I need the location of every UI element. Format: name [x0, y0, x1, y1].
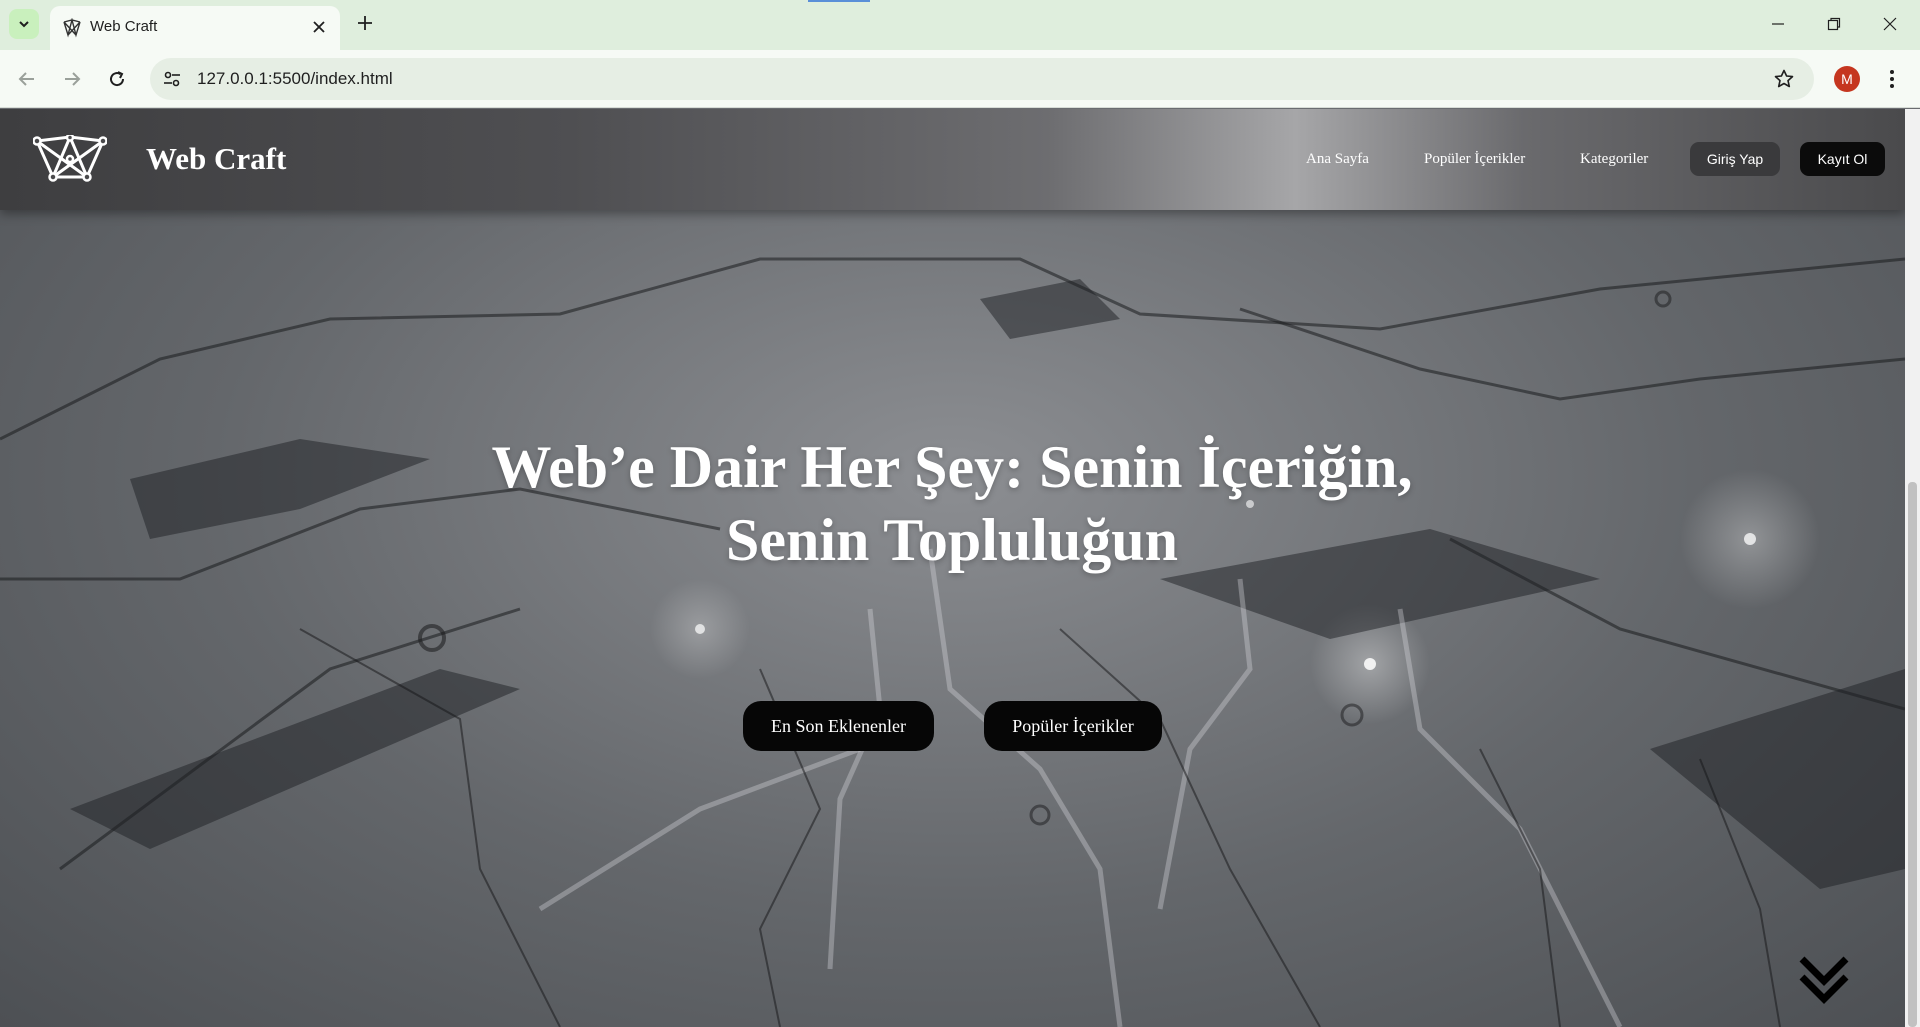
browser-toolbar: 127.0.0.1:5500/index.html M	[0, 50, 1920, 108]
close-icon	[313, 21, 325, 33]
minimize-icon	[1772, 23, 1784, 25]
back-button[interactable]	[11, 63, 43, 95]
web-craft-favicon-icon	[63, 18, 81, 38]
star-icon	[1774, 69, 1794, 88]
page-scrollbar[interactable]	[1905, 109, 1920, 1027]
browser-menu-button[interactable]	[1880, 63, 1904, 95]
address-bar[interactable]: 127.0.0.1:5500/index.html	[150, 58, 1814, 100]
more-vertical-icon	[1890, 70, 1894, 88]
nav-link-popular[interactable]: Popüler İçerikler	[1424, 151, 1525, 168]
restore-button[interactable]	[1814, 8, 1854, 40]
new-tab-button[interactable]	[352, 10, 378, 36]
tab-search-button[interactable]	[9, 9, 39, 39]
url-text[interactable]: 127.0.0.1:5500/index.html	[197, 69, 393, 89]
double-chevron-down-icon[interactable]	[1796, 951, 1852, 1007]
arrow-right-icon	[65, 72, 81, 86]
tab-close-button[interactable]	[308, 16, 330, 38]
web-craft-logo-icon[interactable]	[33, 135, 107, 183]
browser-tabstrip: Web Craft	[0, 0, 1920, 50]
reload-icon	[110, 71, 125, 87]
tab-strip-accent	[808, 0, 870, 2]
plus-icon	[358, 16, 372, 30]
site-header: Web Craft Ana Sayfa Popüler İçerikler Ka…	[0, 109, 1905, 210]
close-icon	[1883, 17, 1897, 31]
nav-link-categories[interactable]: Kategoriler	[1580, 151, 1648, 168]
popular-content-button[interactable]: Popüler İçerikler	[984, 701, 1162, 751]
site-brand[interactable]: Web Craft	[146, 141, 286, 177]
reload-button[interactable]	[101, 63, 133, 95]
chevron-down-icon	[19, 21, 29, 28]
bookmark-button[interactable]	[1772, 67, 1796, 91]
hero-title-line-1: Web’e Dair Her Şey: Senin İçeriğin,	[491, 434, 1413, 500]
browser-tab-active[interactable]: Web Craft	[50, 6, 340, 50]
scrollbar-thumb[interactable]	[1908, 482, 1917, 1027]
minimize-button[interactable]	[1758, 8, 1798, 40]
hero-title-line-2: Senin Topluluğun	[725, 507, 1179, 573]
arrow-left-icon	[18, 72, 34, 86]
login-button[interactable]: Giriş Yap	[1690, 142, 1780, 176]
page-viewport: Web Craft Ana Sayfa Popüler İçerikler Ka…	[0, 109, 1905, 1027]
nav-link-home[interactable]: Ana Sayfa	[1306, 151, 1369, 168]
tab-title: Web Craft	[90, 18, 158, 35]
tune-icon	[164, 71, 180, 87]
profile-avatar[interactable]: M	[1834, 66, 1860, 92]
forward-button[interactable]	[56, 63, 88, 95]
hero-title: Web’e Dair Her Şey: Senin İçeriğin, Seni…	[352, 431, 1552, 577]
latest-content-button[interactable]: En Son Eklenenler	[743, 701, 934, 751]
close-window-button[interactable]	[1870, 8, 1910, 40]
site-info-button[interactable]	[160, 67, 184, 91]
restore-icon	[1827, 17, 1841, 31]
register-button[interactable]: Kayıt Ol	[1800, 142, 1885, 176]
